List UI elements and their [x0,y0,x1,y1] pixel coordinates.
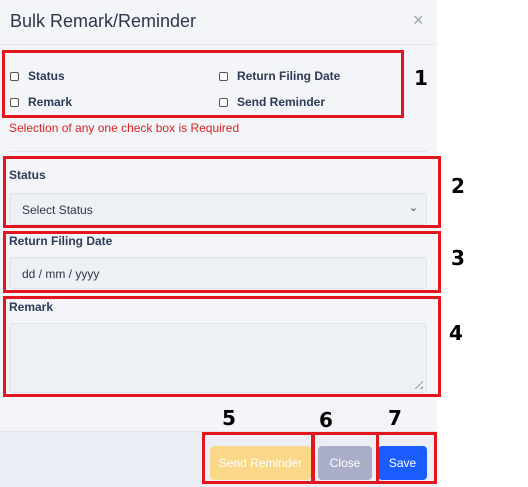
callout-number-3: 3 [451,246,465,270]
return-filing-date-label: Return Filing Date [9,234,113,248]
callout-number-5: 5 [222,406,236,430]
callout-number-4: 4 [449,321,463,345]
chevron-down-icon: ⌄ [408,202,418,214]
send-reminder-button[interactable]: Send Reminder [210,446,311,480]
checkbox-return-filing-date[interactable] [219,71,228,81]
checkbox-return-filing-date-label: Return Filing Date [237,69,341,83]
callout-number-6: 6 [319,408,333,432]
resize-handle-icon[interactable] [411,377,423,389]
callout-number-7: 7 [388,406,402,430]
modal-title: Bulk Remark/Reminder [10,11,197,31]
status-select[interactable]: Select Status ⌄ [9,193,427,225]
status-select-value: Select Status [22,203,93,217]
close-icon[interactable]: × [413,10,424,30]
checkbox-remark-label: Remark [28,95,73,109]
section-divider [9,151,427,152]
checkbox-status[interactable] [10,71,19,81]
checkbox-send-reminder-label: Send Reminder [237,95,326,109]
callout-number-1: 1 [414,66,428,90]
status-label: Status [9,168,46,182]
return-filing-date-input[interactable]: dd / mm / yyyy [9,257,427,289]
bulk-remark-modal: Bulk Remark/Reminder × Status Return Fil… [0,0,437,487]
checkbox-remark[interactable] [10,97,19,107]
checkbox-status-row[interactable]: Status [10,69,65,83]
callout-number-2: 2 [451,174,465,198]
checkbox-send-reminder-row[interactable]: Send Reminder [219,95,325,109]
validation-message: Selection of any one check box is Requir… [9,121,240,135]
checkbox-return-filing-date-row[interactable]: Return Filing Date [219,69,340,83]
save-button[interactable]: Save [378,446,427,480]
remark-label: Remark [9,300,54,314]
checkbox-remark-row[interactable]: Remark [10,95,72,109]
modal-header: Bulk Remark/Reminder × [0,0,437,45]
checkbox-status-label: Status [28,69,65,83]
remark-textarea[interactable] [9,323,427,393]
checkbox-send-reminder[interactable] [219,97,228,107]
date-placeholder: dd / mm / yyyy [22,267,100,281]
close-button[interactable]: Close [318,446,372,480]
